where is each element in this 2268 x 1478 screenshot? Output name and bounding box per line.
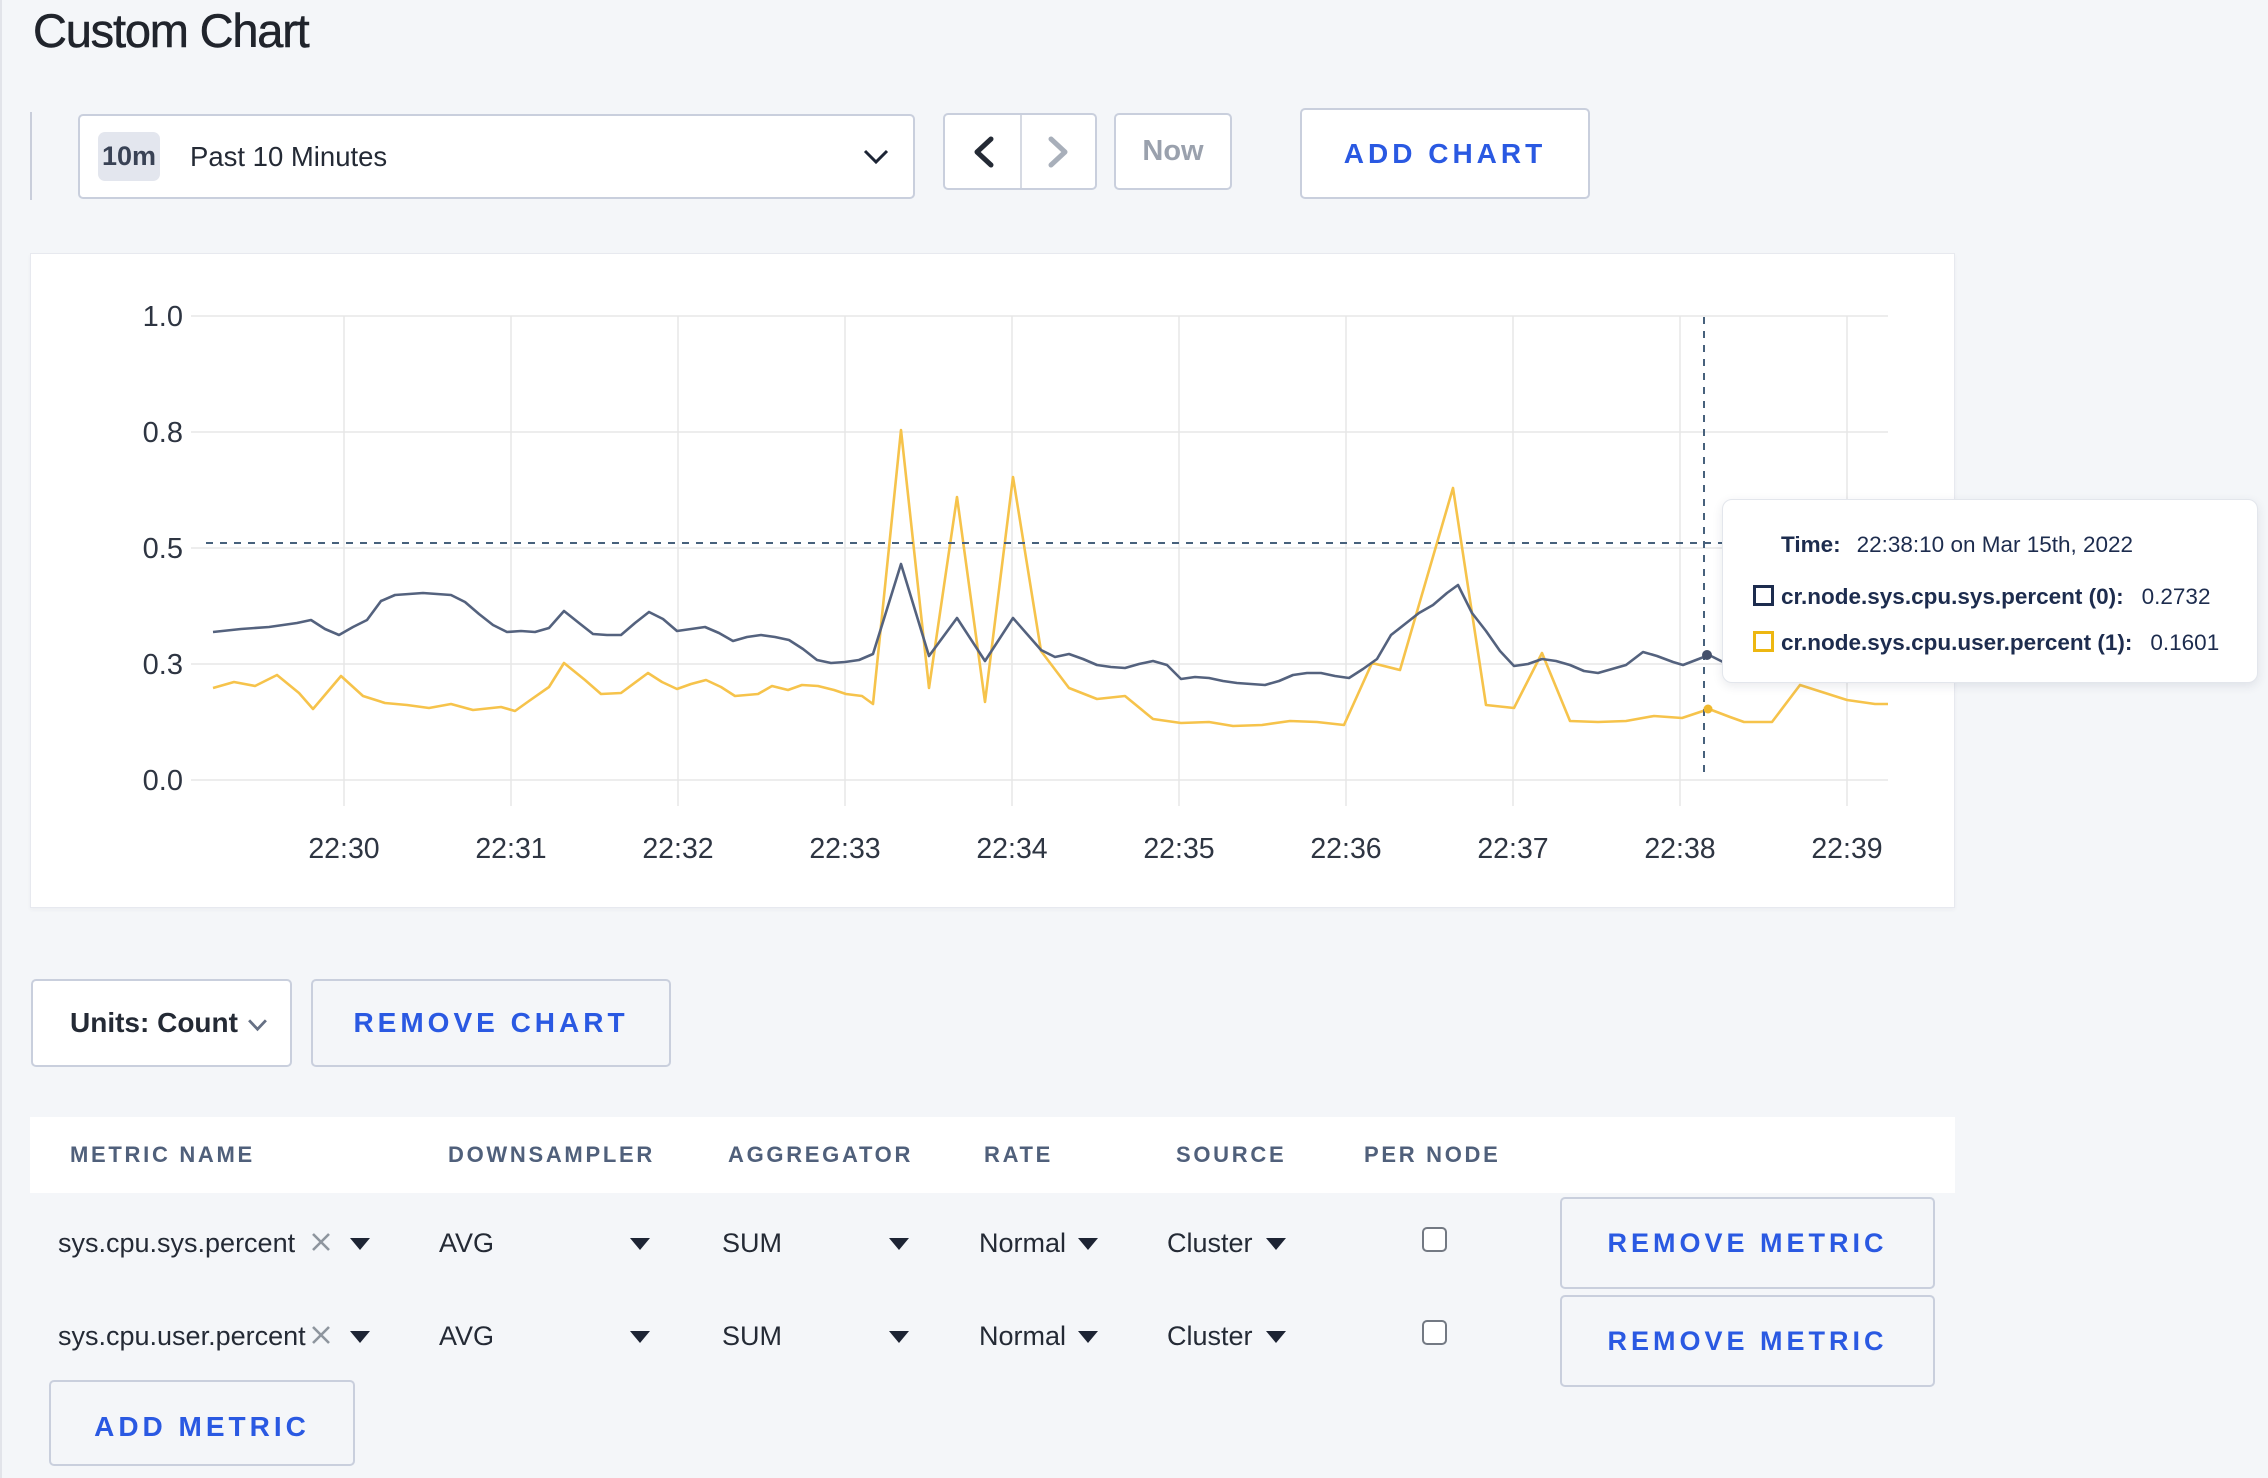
svg-text:22:35: 22:35 xyxy=(1143,833,1214,865)
svg-text:22:34: 22:34 xyxy=(976,833,1047,865)
svg-text:0.0: 0.0 xyxy=(143,765,183,797)
svg-text:0.5: 0.5 xyxy=(143,533,183,565)
svg-text:22:36: 22:36 xyxy=(1310,833,1381,865)
svg-text:0.8: 0.8 xyxy=(143,417,183,449)
svg-text:22:38: 22:38 xyxy=(1644,833,1715,865)
svg-text:22:33: 22:33 xyxy=(809,833,880,865)
svg-text:22:37: 22:37 xyxy=(1477,833,1548,865)
svg-text:22:32: 22:32 xyxy=(642,833,713,865)
svg-text:22:31: 22:31 xyxy=(475,833,546,865)
svg-text:1.0: 1.0 xyxy=(143,301,183,333)
svg-text:0.3: 0.3 xyxy=(143,649,183,681)
svg-text:22:30: 22:30 xyxy=(308,833,379,865)
svg-text:22:39: 22:39 xyxy=(1811,833,1882,865)
